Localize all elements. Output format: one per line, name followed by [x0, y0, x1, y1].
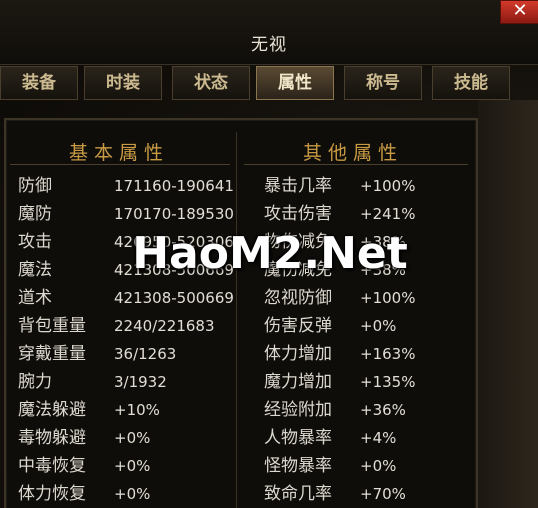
stat-value: 170170-189530 — [114, 205, 234, 223]
stat-value: +0% — [114, 457, 151, 475]
stat-value: 171160-190641 — [114, 177, 234, 195]
watermark-overlay: HaoM2.Net — [132, 228, 408, 279]
stat-row-player-drop-rate: 人物暴率 +4% — [264, 425, 396, 451]
stat-row-crit-rate: 暴击几率 +100% — [264, 173, 415, 199]
stat-label: 背包重量 — [18, 316, 86, 336]
stat-label: 致命几率 — [264, 484, 332, 504]
other-attributes-header: 其他属性 — [302, 142, 403, 164]
stat-row-exp-bonus: 经验附加 +36% — [264, 397, 406, 423]
stat-value: +0% — [360, 317, 397, 335]
stat-row-bag-weight: 背包重量 2240/221683 — [18, 313, 215, 339]
header-divider-right — [244, 164, 468, 165]
stat-label: 腕力 — [18, 372, 52, 392]
tab-fashion[interactable]: 时装 — [84, 66, 162, 100]
header-divider-left — [10, 164, 230, 165]
stat-value: +241% — [360, 205, 416, 223]
stat-row-hp-recovery: 体力恢复 +0% — [18, 481, 150, 507]
stat-label: 怪物暴率 — [264, 456, 332, 476]
stat-row-defense: 防御 171160-190641 — [18, 173, 234, 199]
stat-value: +0% — [114, 485, 151, 503]
column-divider — [236, 132, 237, 508]
stat-label: 攻击 — [18, 232, 52, 252]
stat-value: +100% — [360, 177, 416, 195]
stat-row-wrist-strength: 腕力 3/1932 — [18, 369, 167, 395]
stat-row-poison-evasion: 毒物躲避 +0% — [18, 425, 150, 451]
stat-value: +135% — [360, 373, 416, 391]
stat-row-mp-increase: 魔力增加 +135% — [264, 369, 415, 395]
stat-row-poison-recovery: 中毒恢复 +0% — [18, 453, 150, 479]
window-title: 无视 — [251, 35, 287, 55]
stat-label: 伤害反弹 — [264, 316, 332, 336]
stat-label: 攻击伤害 — [264, 204, 332, 224]
stat-value: +163% — [360, 345, 416, 363]
stat-label: 人物暴率 — [264, 428, 332, 448]
stat-row-monster-drop-rate: 怪物暴率 +0% — [264, 453, 396, 479]
tab-bar: 装备 时装 状态 属性 称号 技能 — [0, 66, 538, 100]
stat-label: 魔法 — [18, 260, 52, 280]
stat-row-attack-damage: 攻击伤害 +241% — [264, 201, 415, 227]
stat-value: +4% — [360, 429, 397, 447]
stat-value: 421308-500669 — [114, 289, 234, 307]
window-frame-decoration — [478, 100, 538, 508]
stat-value: 36/1263 — [114, 345, 177, 363]
stat-label: 忽视防御 — [264, 288, 332, 308]
stat-label: 防御 — [18, 176, 52, 196]
stat-value: +70% — [360, 485, 406, 503]
stat-label: 暴击几率 — [264, 176, 332, 196]
stat-row-magic-defense: 魔防 170170-189530 — [18, 201, 234, 227]
stat-label: 道术 — [18, 288, 52, 308]
stat-row-fatal-rate: 致命几率 +70% — [264, 481, 406, 507]
stat-label: 中毒恢复 — [18, 456, 86, 476]
stat-value: +0% — [360, 457, 397, 475]
stat-row-hp-increase: 体力增加 +163% — [264, 341, 415, 367]
stat-value: +100% — [360, 289, 416, 307]
stat-label: 体力增加 — [264, 344, 332, 364]
close-button[interactable]: ✕ — [500, 0, 538, 24]
stat-label: 魔防 — [18, 204, 52, 224]
stat-row-damage-reflect: 伤害反弹 +0% — [264, 313, 396, 339]
stat-label: 体力恢复 — [18, 484, 86, 504]
stat-value: +10% — [114, 401, 160, 419]
stat-value: +36% — [360, 401, 406, 419]
tab-equipment[interactable]: 装备 — [0, 66, 78, 100]
stat-value: 2240/221683 — [114, 317, 215, 335]
stat-row-magic-evasion: 魔法躲避 +10% — [18, 397, 160, 423]
stat-label: 经验附加 — [264, 400, 332, 420]
stat-value: +0% — [114, 429, 151, 447]
basic-attributes-header: 基本属性 — [68, 142, 169, 164]
stat-row-taoism: 道术 421308-500669 — [18, 285, 234, 311]
tab-skills[interactable]: 技能 — [432, 66, 510, 100]
tab-attributes[interactable]: 属性 — [256, 66, 334, 100]
stat-row-wear-weight: 穿戴重量 36/1263 — [18, 341, 176, 367]
tab-titles[interactable]: 称号 — [344, 66, 422, 100]
title-bar: 无视 ✕ — [0, 0, 538, 65]
stat-value: 3/1932 — [114, 373, 167, 391]
stat-label: 穿戴重量 — [18, 344, 86, 364]
stat-label: 魔法躲避 — [18, 400, 86, 420]
character-window: 无视 ✕ 装备 时装 状态 属性 称号 技能 基本属性 其他属性 防御 17116… — [0, 0, 538, 508]
tab-status[interactable]: 状态 — [172, 66, 250, 100]
stat-label: 毒物躲避 — [18, 428, 86, 448]
stat-row-ignore-defense: 忽视防御 +100% — [264, 285, 415, 311]
stat-label: 魔力增加 — [264, 372, 332, 392]
